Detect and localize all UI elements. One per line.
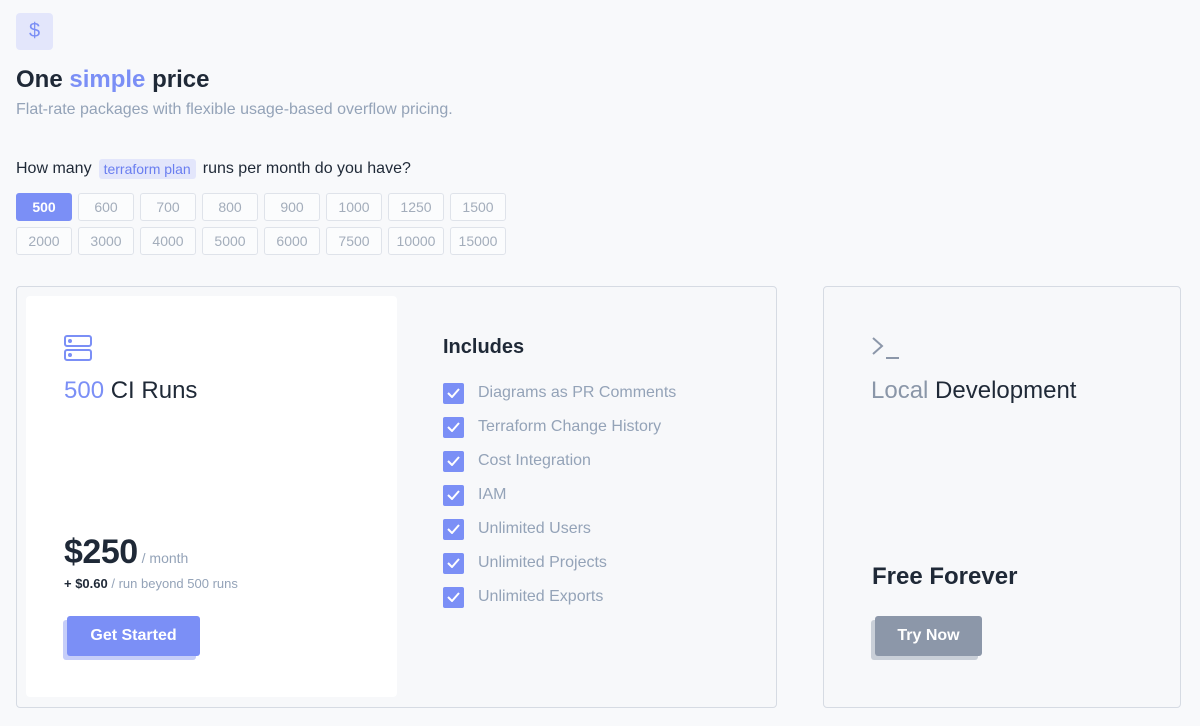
feature-label: Cost Integration <box>478 452 591 469</box>
feature-item: Unlimited Users <box>443 512 676 546</box>
run-option-500[interactable]: 500 <box>16 193 72 221</box>
local-title-rest: Development <box>935 377 1077 404</box>
feature-item: Diagrams as PR Comments <box>443 376 676 410</box>
checkbox-checked-icon <box>443 518 464 540</box>
dollar-glyph: $ <box>28 20 41 42</box>
feature-label: Terraform Change History <box>478 418 662 435</box>
run-option-15000[interactable]: 15000 <box>450 227 506 255</box>
local-title-accent: Local <box>871 377 929 404</box>
title-pre: One <box>16 66 63 93</box>
run-option-10000[interactable]: 10000 <box>388 227 444 255</box>
page-subtitle: Flat-rate packages with flexible usage-b… <box>16 101 453 118</box>
server-icon <box>64 335 92 361</box>
question-pre: How many <box>16 160 92 177</box>
overage-text: / run beyond 500 runs <box>111 576 238 591</box>
checkbox-checked-icon <box>443 552 464 574</box>
run-option-5000[interactable]: 5000 <box>202 227 258 255</box>
run-options-grid: 500 600 700 800 900 1000 1250 1500 2000 3000 4000 5… <box>16 193 506 255</box>
feature-item: Cost Integration <box>443 444 676 478</box>
page-title: One simple price <box>16 66 209 94</box>
feature-item: Terraform Change History <box>443 410 676 444</box>
feature-label: Diagrams as PR Comments <box>478 384 677 401</box>
feature-item: IAM <box>443 478 676 512</box>
checkbox-checked-icon <box>443 586 464 608</box>
run-option-600[interactable]: 600 <box>78 193 134 221</box>
run-option-1500[interactable]: 1500 <box>450 193 506 221</box>
feature-item: Unlimited Projects <box>443 546 676 580</box>
title-accent: simple <box>69 66 146 93</box>
run-option-4000[interactable]: 4000 <box>140 227 196 255</box>
features-list: Diagrams as PR Comments Terraform Change … <box>443 376 676 614</box>
plan-price: $250 <box>64 533 138 571</box>
run-option-2000[interactable]: 2000 <box>16 227 72 255</box>
checkbox-checked-icon <box>443 382 464 404</box>
run-option-7500[interactable]: 7500 <box>326 227 382 255</box>
plan-runs-label: CI Runs <box>110 377 198 404</box>
dollar-icon: $ <box>16 13 53 50</box>
run-option-3000[interactable]: 3000 <box>78 227 134 255</box>
overage-price: + $0.60 <box>64 576 108 591</box>
title-post: price <box>152 66 210 93</box>
local-price: Free Forever <box>872 563 1018 590</box>
checkbox-checked-icon <box>443 484 464 506</box>
feature-label: IAM <box>478 486 507 503</box>
plan-price-row: $250 / month <box>64 533 188 572</box>
question-post: runs per month do you have? <box>202 160 411 177</box>
checkbox-checked-icon <box>443 450 464 472</box>
feature-label: Unlimited Exports <box>478 588 604 605</box>
run-option-1250[interactable]: 1250 <box>388 193 444 221</box>
plan-overage: + $0.60 / run beyond 500 runs <box>64 576 238 591</box>
includes-heading: Includes <box>443 336 525 358</box>
feature-item: Unlimited Exports <box>443 580 676 614</box>
get-started-button[interactable]: Get Started <box>67 616 200 656</box>
feature-label: Unlimited Users <box>478 520 591 537</box>
terminal-icon <box>872 337 899 359</box>
plan-title: 500 CI Runs <box>64 377 197 405</box>
run-option-800[interactable]: 800 <box>202 193 258 221</box>
plan-price-period: / month <box>141 550 189 566</box>
run-option-1000[interactable]: 1000 <box>326 193 382 221</box>
runs-question: How many terraform plan runs per month d… <box>16 159 411 179</box>
run-option-6000[interactable]: 6000 <box>264 227 320 255</box>
run-option-900[interactable]: 900 <box>264 193 320 221</box>
checkbox-checked-icon <box>443 416 464 438</box>
plan-runs-count: 500 <box>64 377 105 404</box>
terraform-plan-chip: terraform plan <box>98 159 196 179</box>
try-now-button[interactable]: Try Now <box>875 616 982 656</box>
run-option-700[interactable]: 700 <box>140 193 196 221</box>
local-title: Local Development <box>871 377 1076 405</box>
feature-label: Unlimited Projects <box>478 554 607 571</box>
